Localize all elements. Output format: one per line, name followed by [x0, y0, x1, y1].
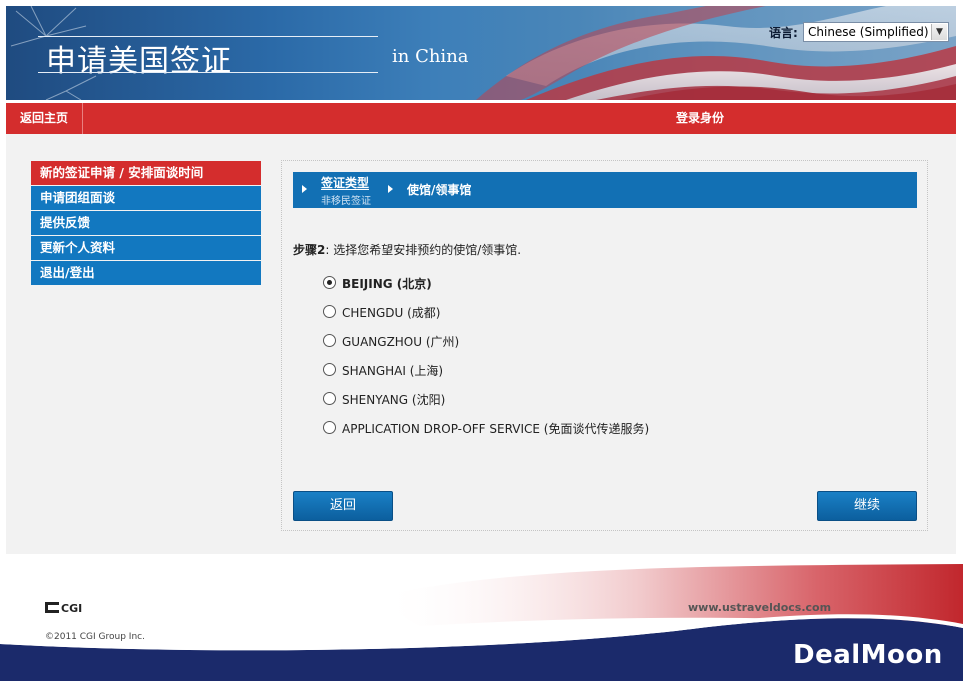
language-label: 语言:	[769, 26, 798, 40]
sidebar-menu: 新的签证申请 / 安排面谈时间 申请团组面谈 提供反馈 更新个人资料 退出/登出	[31, 161, 261, 286]
radio-icon[interactable]	[323, 392, 336, 405]
footer-url[interactable]: www.ustraveldocs.com	[688, 601, 831, 614]
language-selected-value: Chinese (Simplified)	[808, 25, 929, 39]
step-number: 步骤2	[293, 243, 326, 257]
sidebar-item-feedback[interactable]: 提供反馈	[31, 211, 261, 235]
step-instruction: 步骤2: 选择您希望安排预约的使馆/领事馆.	[293, 241, 521, 258]
cgi-logo-text: CGI	[61, 602, 83, 615]
main-panel: 签证类型 非移民签证 使馆/领事馆 步骤2: 选择您希望安排预约的使馆/领事馆.…	[281, 160, 928, 531]
chevron-down-icon[interactable]: ▼	[931, 24, 947, 40]
post-label: GUANGZHOU (广州)	[342, 335, 460, 349]
breadcrumb-underline	[321, 189, 369, 190]
breadcrumb: 签证类型 非移民签证 使馆/领事馆	[293, 172, 917, 208]
sidebar-item-update-profile[interactable]: 更新个人资料	[31, 236, 261, 260]
post-label: CHENGDU (成都)	[342, 306, 441, 320]
step-instruction-text: : 选择您希望安排预约的使馆/领事馆.	[325, 243, 522, 257]
breadcrumb-step-visa-type-value: 非移民签证	[321, 196, 371, 207]
watermark-text: DealMoon	[793, 640, 943, 670]
radio-icon[interactable]	[323, 334, 336, 347]
header-banner: 申请美国签证 in China 语言: Chinese (Simplified)…	[6, 6, 956, 100]
footer: CGI ©2011 CGI Group Inc. www.ustraveldoc…	[0, 556, 963, 681]
breadcrumb-arrow-icon	[388, 185, 393, 193]
breadcrumb-arrow-icon	[302, 185, 307, 193]
copyright-text: ©2011 CGI Group Inc.	[45, 632, 145, 642]
sidebar-item-logout[interactable]: 退出/登出	[31, 261, 261, 285]
site-subtitle: in China	[392, 46, 469, 67]
login-status: 登录身份	[676, 111, 725, 125]
post-label: BEIJING (北京)	[342, 277, 432, 291]
radio-icon[interactable]	[323, 363, 336, 376]
sidebar-item-group-interview[interactable]: 申请团组面谈	[31, 186, 261, 210]
back-button[interactable]: 返回	[293, 491, 393, 521]
page: 申请美国签证 in China 语言: Chinese (Simplified)…	[0, 0, 963, 681]
cgi-logo-icon	[45, 602, 59, 613]
post-label: APPLICATION DROP-OFF SERVICE (免面谈代传递服务)	[342, 422, 650, 436]
radio-icon[interactable]	[323, 421, 336, 434]
continue-button[interactable]: 继续	[817, 491, 917, 521]
title-bottom-rule	[38, 72, 378, 73]
site-title: 申请美国签证	[46, 44, 232, 79]
home-link[interactable]: 返回主页	[6, 103, 83, 134]
post-label: SHENYANG (沈阳)	[342, 393, 446, 407]
top-nav-bar: 返回主页 登录身份	[6, 103, 956, 134]
cgi-logo: CGI	[45, 602, 82, 615]
breadcrumb-step-post: 使馆/领事馆	[407, 183, 472, 197]
language-select[interactable]: Chinese (Simplified) ▼	[803, 22, 949, 42]
radio-icon[interactable]	[323, 305, 336, 318]
post-label: SHANGHAI (上海)	[342, 364, 444, 378]
radio-selected-icon[interactable]	[323, 276, 336, 289]
sidebar-item-new-application[interactable]: 新的签证申请 / 安排面谈时间	[31, 161, 261, 185]
